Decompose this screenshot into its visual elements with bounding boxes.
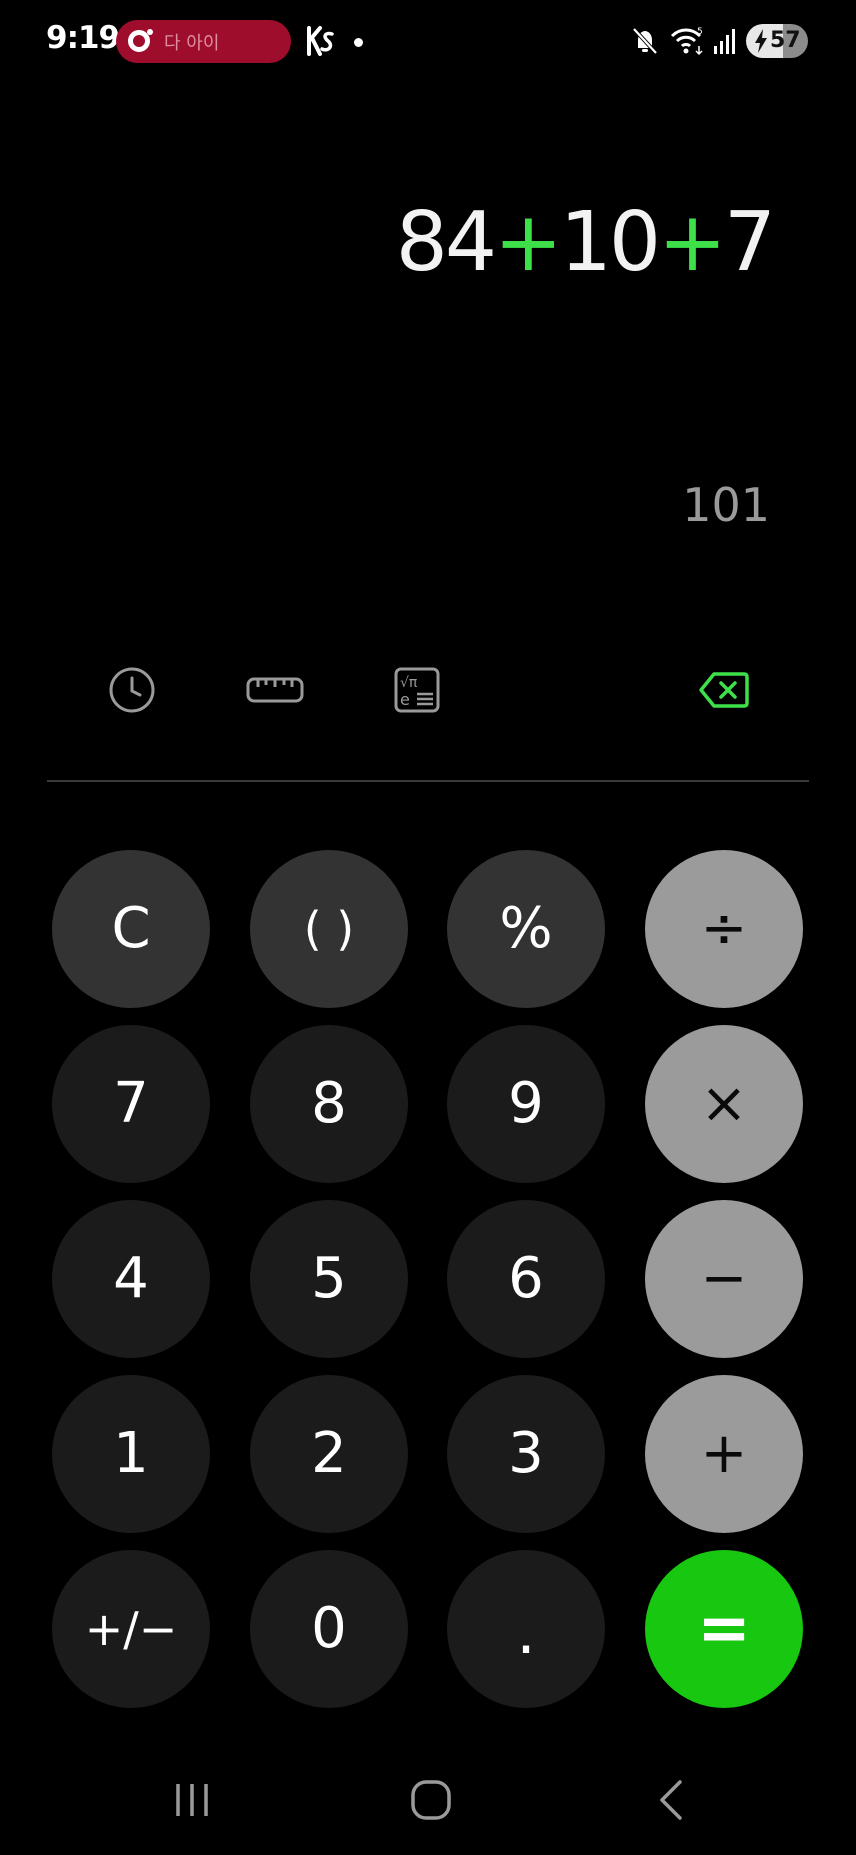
notification-pill[interactable]: 다 아이	[116, 20, 291, 63]
battery-icon: 57	[746, 24, 808, 58]
digit-9-button[interactable]: 9	[447, 1025, 605, 1183]
key-label: ×	[700, 1071, 748, 1136]
wifi-icon: 5	[670, 27, 703, 56]
digit-7-button[interactable]: 7	[52, 1025, 210, 1183]
digit-1-button[interactable]: 1	[52, 1375, 210, 1533]
ks-app-icon	[307, 26, 334, 56]
svg-text:5: 5	[697, 27, 703, 37]
unit-converter-button[interactable]	[244, 660, 306, 720]
key-label: 5	[311, 1246, 347, 1311]
digit-6-button[interactable]: 6	[447, 1200, 605, 1358]
key-label: 4	[113, 1246, 149, 1311]
minus-button[interactable]: −	[645, 1200, 803, 1358]
key-label: +/−	[84, 1602, 178, 1656]
keypad-divider	[47, 780, 809, 782]
svg-text:e: e	[400, 690, 410, 709]
key-label: −	[700, 1246, 748, 1311]
key-label: 0	[311, 1596, 347, 1661]
parentheses-button[interactable]: ( )	[250, 850, 408, 1008]
recent-apps-button[interactable]	[162, 1770, 222, 1830]
charging-bolt-icon	[755, 29, 767, 53]
status-bar: 9:19 다 아이 5 57	[0, 0, 856, 84]
key-label: 2	[311, 1421, 347, 1486]
key-label: +	[700, 1421, 748, 1486]
expression-operator: +	[658, 195, 727, 290]
recent-apps-icon	[176, 1784, 208, 1816]
expression-operator: +	[494, 195, 563, 290]
signal-icon	[714, 29, 735, 54]
clock-icon	[109, 667, 155, 713]
scientific-mode-icon: √π e	[394, 667, 440, 713]
expression-operand: 7	[723, 195, 776, 290]
key-label: 9	[508, 1071, 544, 1136]
home-icon	[411, 1780, 451, 1820]
digit-2-button[interactable]: 2	[250, 1375, 408, 1533]
backspace-icon	[699, 672, 749, 708]
digit-3-button[interactable]: 3	[447, 1375, 605, 1533]
result-preview: 101	[682, 478, 770, 532]
scientific-mode-button[interactable]: √π e	[387, 660, 447, 720]
plus-button[interactable]: +	[645, 1375, 803, 1533]
expression-operand: 84	[395, 195, 497, 290]
digit-8-button[interactable]: 8	[250, 1025, 408, 1183]
key-label: 8	[311, 1071, 347, 1136]
mute-icon	[632, 27, 658, 55]
battery-level: 57	[770, 28, 801, 53]
svg-text:√π: √π	[400, 675, 418, 691]
notification-app-icon	[128, 29, 153, 52]
key-label: ( )	[303, 902, 355, 956]
back-button[interactable]	[642, 1770, 702, 1830]
digit-0-button[interactable]: 0	[250, 1550, 408, 1708]
home-button[interactable]	[401, 1770, 461, 1830]
multiply-button[interactable]: ×	[645, 1025, 803, 1183]
clear-button[interactable]: C	[52, 850, 210, 1008]
history-button[interactable]	[102, 660, 162, 720]
notification-text: 다 아이	[164, 33, 220, 54]
key-label: 6	[508, 1246, 544, 1311]
key-label: =	[697, 1592, 751, 1666]
ruler-icon	[246, 677, 304, 703]
divide-button[interactable]: ÷	[645, 850, 803, 1008]
decimal-button[interactable]: .	[447, 1550, 605, 1708]
negate-button[interactable]: +/−	[52, 1550, 210, 1708]
digit-4-button[interactable]: 4	[52, 1200, 210, 1358]
key-label: ÷	[700, 896, 748, 961]
key-label: 1	[113, 1421, 149, 1486]
status-time: 9:19	[46, 20, 120, 56]
expression-display[interactable]: 84+10+7	[395, 195, 776, 290]
expression-operand: 10	[559, 195, 661, 290]
key-label: 3	[508, 1421, 544, 1486]
key-label: %	[499, 896, 553, 961]
back-icon	[660, 1780, 682, 1820]
status-dot	[354, 38, 363, 47]
key-label: .	[516, 1598, 536, 1668]
equals-button[interactable]: =	[645, 1550, 803, 1708]
backspace-button[interactable]	[694, 660, 754, 720]
digit-5-button[interactable]: 5	[250, 1200, 408, 1358]
key-label: C	[111, 896, 151, 961]
percent-button[interactable]: %	[447, 850, 605, 1008]
key-label: 7	[113, 1071, 149, 1136]
